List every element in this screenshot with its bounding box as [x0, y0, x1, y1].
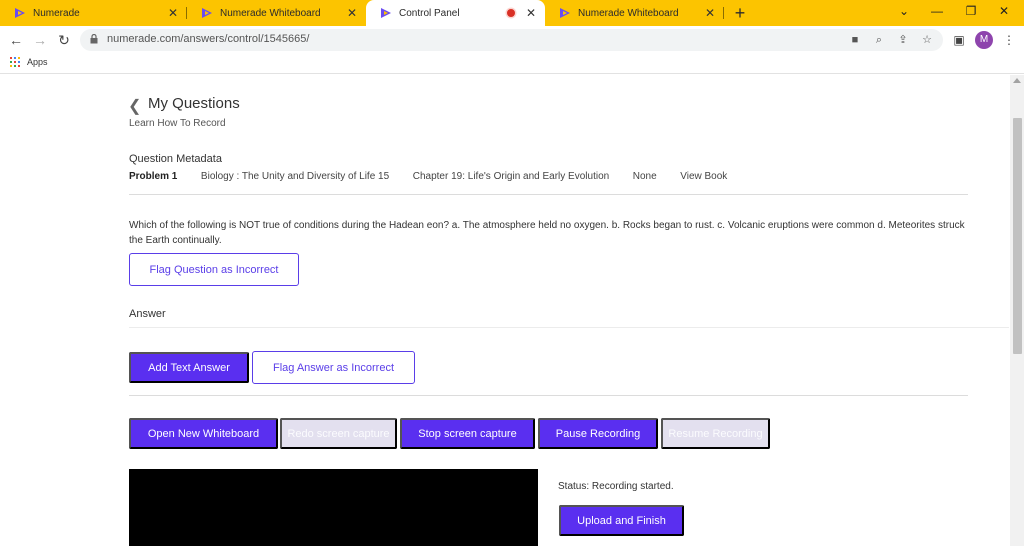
scroll-up-arrow-icon[interactable] [1013, 78, 1021, 83]
upload-and-finish-button[interactable]: Upload and Finish [559, 505, 684, 536]
minimize-icon[interactable]: — [927, 4, 947, 18]
metadata-row: Problem 1 Biology : The Unity and Divers… [129, 171, 727, 182]
tab-control-panel[interactable]: Control Panel ✕ [366, 0, 545, 26]
answer-heading: Answer [129, 308, 166, 320]
close-tab-icon[interactable]: ✕ [702, 6, 718, 20]
tab-search-chevron-icon[interactable]: ⌄ [894, 4, 914, 18]
tab-numerade-whiteboard[interactable]: Numerade Whiteboard ✕ [187, 0, 366, 26]
add-text-answer-button[interactable]: Add Text Answer [129, 352, 249, 383]
learn-how-to-record-link[interactable]: Learn How To Record [129, 118, 226, 129]
tab-title: Control Panel [399, 7, 460, 19]
close-window-icon[interactable]: ✕ [994, 4, 1014, 18]
forward-arrow-icon[interactable]: → [30, 30, 50, 50]
bookmarks-bar: Apps [0, 54, 1024, 74]
numerade-logo-icon [15, 8, 25, 18]
recording-status: Status: Recording started. [558, 481, 674, 492]
menu-icon[interactable]: ⋮ [1002, 33, 1016, 47]
divider [129, 395, 968, 396]
bookmark-star-icon[interactable]: ☆ [920, 33, 934, 47]
tab-title: Numerade [33, 7, 80, 19]
flag-answer-button[interactable]: Flag Answer as Incorrect [252, 351, 415, 384]
tab-numerade[interactable]: Numerade ✕ [0, 0, 187, 26]
metadata-heading: Question Metadata [129, 153, 222, 165]
flag-question-button[interactable]: Flag Question as Incorrect [129, 253, 299, 286]
avatar[interactable]: M [975, 31, 993, 49]
address-bar[interactable]: numerade.com/answers/control/1545665/ ■ … [80, 29, 943, 51]
divider [129, 194, 968, 195]
book-title: Biology : The Unity and Diversity of Lif… [200, 171, 390, 182]
view-book-link[interactable]: View Book [680, 171, 727, 182]
tab-strip: Numerade ✕ Numerade Whiteboard ✕ Control… [0, 0, 1024, 26]
numerade-logo-icon [202, 8, 212, 18]
tab-title: Numerade Whiteboard [220, 7, 321, 19]
side-panel-icon[interactable]: ▣ [952, 33, 966, 47]
lock-icon [90, 34, 98, 44]
problem-number: Problem 1 [129, 171, 178, 182]
back-arrow-icon[interactable]: ← [6, 30, 26, 50]
tab-title: Numerade Whiteboard [578, 7, 679, 19]
tab-separator [723, 7, 724, 19]
section-value: None [632, 171, 657, 182]
pause-recording-button[interactable]: Pause Recording [538, 418, 658, 449]
zoom-icon[interactable]: ⌕ [872, 33, 886, 47]
browser-toolbar: ← → ↻ numerade.com/answers/control/15456… [0, 26, 1024, 54]
reload-icon[interactable]: ↻ [54, 30, 74, 50]
close-tab-icon[interactable]: ✕ [165, 6, 181, 20]
resume-recording-button[interactable]: Resume Recording [661, 418, 770, 449]
apps-grid-icon [10, 57, 20, 67]
redo-capture-button[interactable]: Redo screen capture [280, 418, 397, 449]
recording-indicator-icon [507, 9, 515, 17]
close-tab-icon[interactable]: ✕ [523, 6, 539, 20]
chapter-title: Chapter 19: Life's Origin and Early Evol… [412, 171, 610, 182]
apps-bookmark[interactable]: Apps [10, 57, 48, 67]
page-title: My Questions [148, 95, 240, 112]
numerade-logo-icon [381, 8, 391, 18]
apps-label: Apps [27, 57, 48, 67]
divider [129, 327, 1009, 328]
question-text: Which of the following is NOT true of co… [129, 220, 965, 246]
share-icon[interactable]: ⇪ [896, 33, 910, 47]
camera-icon[interactable]: ■ [848, 33, 862, 47]
scrollbar-thumb[interactable] [1013, 118, 1022, 354]
numerade-logo-icon [560, 8, 570, 18]
close-tab-icon[interactable]: ✕ [344, 6, 360, 20]
screen-capture-preview [129, 469, 538, 546]
restore-icon[interactable]: ❐ [961, 4, 981, 18]
back-chevron-icon[interactable]: ❮ [128, 96, 141, 116]
tab-numerade-whiteboard-2[interactable]: Numerade Whiteboard ✕ [545, 0, 724, 26]
new-tab-icon[interactable]: + [730, 3, 750, 24]
url-text: numerade.com/answers/control/1545665/ [107, 33, 310, 45]
stop-capture-button[interactable]: Stop screen capture [400, 418, 535, 449]
open-whiteboard-button[interactable]: Open New Whiteboard [129, 418, 278, 449]
